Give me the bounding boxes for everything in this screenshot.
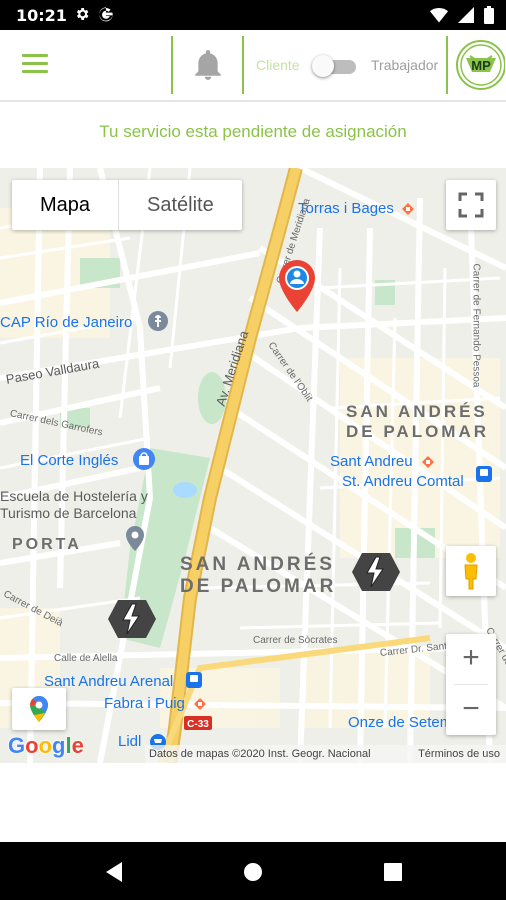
status-time: 10:21	[16, 6, 67, 25]
street-view-button[interactable]	[446, 546, 496, 596]
zoom-control: + −	[446, 634, 496, 735]
open-in-google-maps-button[interactable]	[12, 688, 66, 730]
map-label-district-1b: DE PALOMAR	[346, 422, 490, 441]
metro-icon	[402, 203, 414, 215]
pegman-icon	[464, 553, 478, 590]
shopping-bag-pin-icon[interactable]	[132, 447, 156, 471]
map-label-torras: Torras i Bages	[298, 200, 394, 217]
terms-link[interactable]: Términos de uso	[418, 745, 500, 763]
map-label-lidl: Lidl	[118, 733, 142, 750]
map-label-sant-andreu: Sant Andreu	[330, 453, 413, 470]
home-icon[interactable]	[239, 858, 267, 886]
map-label-corte-ingles: El Corte Inglés	[20, 452, 119, 469]
menu-icon-line	[22, 62, 48, 65]
app-header: Cliente Trabajador MP	[0, 30, 506, 102]
metro-icon	[422, 456, 434, 468]
menu-icon-line	[22, 70, 48, 73]
map-label-district-1: SAN ANDRÉS	[346, 402, 488, 421]
fullscreen-button[interactable]	[446, 180, 496, 230]
logo-text: MP	[471, 58, 491, 73]
map-label-socrates: Carrer de Sòcrates	[253, 635, 338, 646]
recents-icon[interactable]	[379, 858, 407, 886]
role-label-trabajador: Trabajador	[371, 57, 439, 73]
train-station-icon	[186, 672, 202, 688]
role-toggle-switch[interactable]	[312, 54, 356, 77]
map-label-st-andreu-comtal: St. Andreu Comtal	[342, 473, 464, 490]
train-station-icon	[476, 466, 492, 482]
metro-icon	[194, 698, 206, 710]
app-logo: MP	[456, 40, 505, 90]
header-divider	[171, 36, 173, 94]
map-label-alella: Calle de Alella	[54, 653, 118, 664]
back-icon[interactable]	[100, 858, 128, 886]
worker-marker-icon[interactable]	[106, 598, 158, 640]
map-type-map-button[interactable]: Mapa	[12, 180, 120, 230]
pending-assignment-message: Tu servicio esta pendiente de asignación	[99, 122, 407, 141]
role-label-cliente: Cliente	[256, 57, 300, 73]
signal-icon	[458, 7, 474, 23]
menu-icon-line	[22, 54, 48, 57]
hospital-pin-icon[interactable]	[146, 309, 170, 333]
google-maps-icon	[30, 696, 48, 722]
map-view[interactable]: C-33 Torras i Bages CAP Río de Janeiro P…	[0, 168, 506, 763]
zoom-in-button[interactable]: +	[446, 634, 496, 684]
map-label-escuela-2: Turismo de Barcelona	[0, 505, 137, 521]
notification-bell-icon[interactable]	[195, 50, 221, 80]
map-label-porta: PORTA	[12, 536, 82, 553]
google-logo: Google	[8, 733, 84, 758]
menu-button[interactable]	[22, 54, 48, 74]
map-label-escuela-1: Escuela de Hostelería y	[0, 488, 148, 504]
map-label-district-2: SAN ANDRÉS	[180, 554, 335, 575]
google-g-icon	[99, 7, 113, 22]
map-attribution: Datos de mapas ©2020 Inst. Geogr. Nacion…	[145, 745, 506, 763]
map-label-onze: Onze de Setem	[348, 714, 453, 731]
map-type-control: Mapa Satélite	[12, 180, 242, 230]
battery-icon	[484, 6, 494, 24]
map-label-fabra-puig: Fabra i Puig	[104, 695, 185, 712]
map-label-fernando: Carrer de Fernando Pessoa	[470, 263, 482, 388]
system-navigation-bar	[0, 842, 506, 900]
status-bar: 10:21	[0, 0, 506, 30]
map-label-cap: CAP Río de Janeiro	[0, 314, 133, 331]
settings-icon	[76, 8, 89, 20]
map-data-attribution: Datos de mapas ©2020 Inst. Geogr. Nacion…	[149, 748, 371, 760]
road-shield-c33: C-33	[187, 719, 209, 730]
worker-marker-icon[interactable]	[350, 551, 402, 593]
location-pin-icon[interactable]	[124, 526, 146, 552]
header-divider	[446, 36, 448, 94]
toggle-thumb	[312, 55, 334, 77]
map-label-district-2b: DE PALOMAR	[180, 576, 337, 597]
zoom-out-button[interactable]: −	[446, 685, 496, 735]
header-divider	[242, 36, 244, 94]
fullscreen-icon	[458, 192, 484, 218]
user-location-marker-icon[interactable]	[278, 260, 316, 312]
wifi-icon	[430, 8, 448, 23]
map-type-satellite-button[interactable]: Satélite	[119, 180, 242, 230]
